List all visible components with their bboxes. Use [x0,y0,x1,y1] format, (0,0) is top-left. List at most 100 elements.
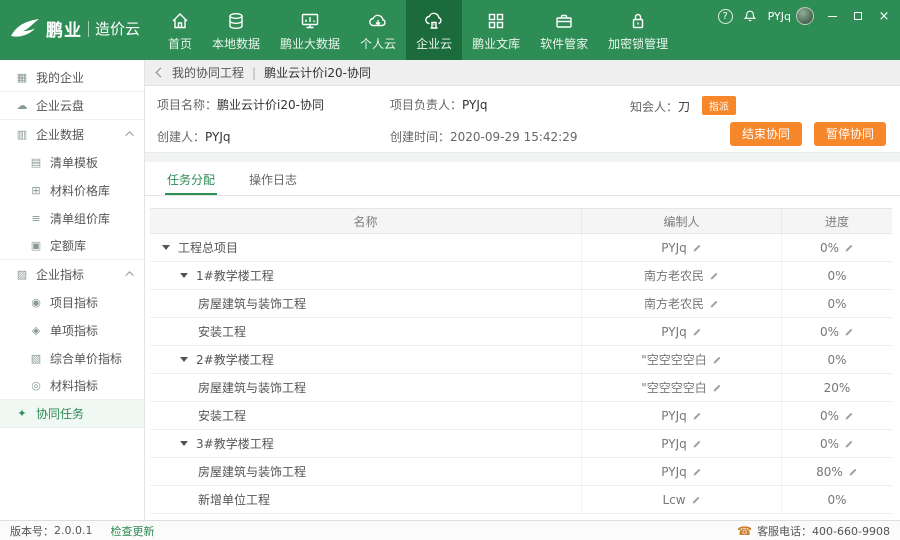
table-row[interactable]: 房屋建筑与装饰工程PYJq80% [150,458,892,486]
edit-compiler-icon[interactable] [692,243,702,253]
sidebar-item-material-price-library[interactable]: ⊞材料价格库 [0,176,144,204]
task-name: 3#教学楼工程 [196,435,274,452]
task-table: 名称 编制人 进度 工程总项目PYJq0%1#教学楼工程南方老农民0%房屋建筑与… [150,208,892,514]
quota-icon: ▣ [28,239,44,252]
table-row[interactable]: 2#教学楼工程"空空空空白0% [150,346,892,374]
table-row[interactable]: 安装工程PYJq0% [150,318,892,346]
task-name: 房屋建筑与装饰工程 [198,295,306,312]
edit-progress-icon[interactable] [844,327,854,337]
nav-item-dongle[interactable]: 加密锁管理 [598,0,678,60]
sidebar-item-collaboration-task[interactable]: ✦协同任务 [0,400,144,428]
compiler-name: 南方老农民 [644,295,704,312]
edit-compiler-icon[interactable] [712,383,722,393]
table-row[interactable]: 1#教学楼工程南方老农民0% [150,262,892,290]
section-divider [145,152,900,162]
expand-icon[interactable] [180,273,188,278]
edit-compiler-icon[interactable] [691,495,701,505]
library-icon [486,11,506,31]
notification-icon[interactable] [743,9,758,24]
project-created-label: 创建时间： [390,130,450,144]
table-row[interactable]: 3#教学楼工程PYJq0% [150,430,892,458]
progress-value: 0% [820,325,839,339]
task-name-cell: 工程总项目 [150,234,582,261]
edit-compiler-icon[interactable] [709,271,719,281]
chevron-up-icon[interactable] [125,271,133,279]
help-icon[interactable]: ? [718,9,733,24]
edit-progress-icon[interactable] [844,411,854,421]
nav-item-home[interactable]: 首页 [158,0,202,60]
sidebar-item-label: 材料指标 [50,377,98,394]
tab-operation-log[interactable]: 操作日志 [247,163,299,195]
task-name-cell: 房屋建筑与装饰工程 [150,290,582,317]
task-name: 1#教学楼工程 [196,267,274,284]
cloud-disk-icon: ☁ [14,99,30,112]
sidebar-item-label: 企业指标 [36,266,84,283]
version-value: 2.0.0.1 [54,524,92,537]
edit-progress-icon[interactable] [844,243,854,253]
edit-compiler-icon[interactable] [709,299,719,309]
sidebar-item-label: 企业云盘 [36,97,84,114]
progress-value: 0% [827,353,846,367]
expand-icon[interactable] [162,245,170,250]
assign-button[interactable]: 指派 [702,96,736,115]
progress-value: 0% [827,297,846,311]
table-row[interactable]: 工程总项目PYJq0% [150,234,892,262]
nav-item-local-data[interactable]: 本地数据 [202,0,270,60]
nav-item-software-manager[interactable]: 软件管家 [530,0,598,60]
task-name-cell: 房屋建筑与装饰工程 [150,374,582,401]
single-indicator-icon: ◈ [28,324,44,337]
sidebar-item-my-enterprise[interactable]: ▦我的企业 [0,64,144,92]
breadcrumb-separator: | [252,66,256,80]
material-price-icon: ⊞ [28,184,44,197]
edit-progress-icon[interactable] [848,467,858,477]
progress-cell: 80% [782,458,892,485]
sidebar-item-enterprise-indicator[interactable]: ▨企业指标 [0,260,144,288]
edit-compiler-icon[interactable] [712,355,722,365]
edit-progress-icon[interactable] [844,439,854,449]
breadcrumb-root[interactable]: 我的协同工程 [172,64,244,81]
data-icon: ▥ [14,128,30,141]
edit-compiler-icon[interactable] [692,411,702,421]
end-collaboration-button[interactable]: 结束协同 [730,122,802,146]
table-row[interactable]: 房屋建筑与装饰工程 南方老农民 0% [150,290,892,318]
project-creator-label: 创建人： [157,130,205,144]
nav-item-big-data[interactable]: 鹏业大数据 [270,0,350,60]
sidebar-item-list-group-price-library[interactable]: ≡清单组价库 [0,204,144,232]
nav-item-library[interactable]: 鹏业文库 [462,0,530,60]
sidebar: ▦我的企业 ☁ 企业云盘 ▥企业数据▤清单模板⊞材料价格库≡清单组价库▣定额库▨企业指… [0,60,145,520]
nav-item-enterprise-cloud[interactable]: 企业云 [406,0,462,60]
sidebar-item-project-indicator[interactable]: ◉项目指标 [0,288,144,316]
nav-item-personal-cloud[interactable]: 个人云 [350,0,406,60]
pause-collaboration-button[interactable]: 暂停协同 [814,122,886,146]
edit-compiler-icon[interactable] [692,439,702,449]
task-name: 安装工程 [198,323,246,340]
table-row[interactable]: 安装工程PYJq0% [150,402,892,430]
back-icon[interactable] [156,68,166,78]
check-update-link[interactable]: 检查更新 [110,523,154,539]
expand-icon[interactable] [180,357,188,362]
dongle-icon [628,11,648,31]
enterprise-cloud-icon [424,11,444,31]
minimize-button[interactable] [824,8,840,24]
sidebar-item-enterprise-cloud-disk[interactable]: ☁ 企业云盘 [0,92,144,120]
edit-compiler-icon[interactable] [692,467,702,477]
task-name: 安装工程 [198,407,246,424]
table-row[interactable]: 新增单位工程Lcw0% [150,486,892,514]
tab-task-assignment[interactable]: 任务分配 [165,163,217,195]
table-row[interactable]: 房屋建筑与装饰工程"空空空空白20% [150,374,892,402]
sidebar-item-quota-library[interactable]: ▣定额库 [0,232,144,260]
chevron-up-icon[interactable] [125,131,133,139]
sidebar-item-material-indicator[interactable]: ◎材料指标 [0,372,144,400]
compiler-cell: Lcw [582,486,782,513]
expand-icon[interactable] [180,441,188,446]
sidebar-item-enterprise-data[interactable]: ▥企业数据 [0,120,144,148]
template-icon: ▤ [28,156,44,169]
maximize-button[interactable] [850,8,866,24]
sidebar-item-single-indicator[interactable]: ◈单项指标 [0,316,144,344]
sidebar-item-unit-price-indicator[interactable]: ▧综合单价指标 [0,344,144,372]
user-menu[interactable]: PYJq [768,7,814,25]
sidebar-item-list-template[interactable]: ▤清单模板 [0,148,144,176]
close-button[interactable]: × [876,8,892,24]
edit-compiler-icon[interactable] [692,327,702,337]
project-created: 创建时间：2020-09-29 15:42:29 [390,128,577,145]
